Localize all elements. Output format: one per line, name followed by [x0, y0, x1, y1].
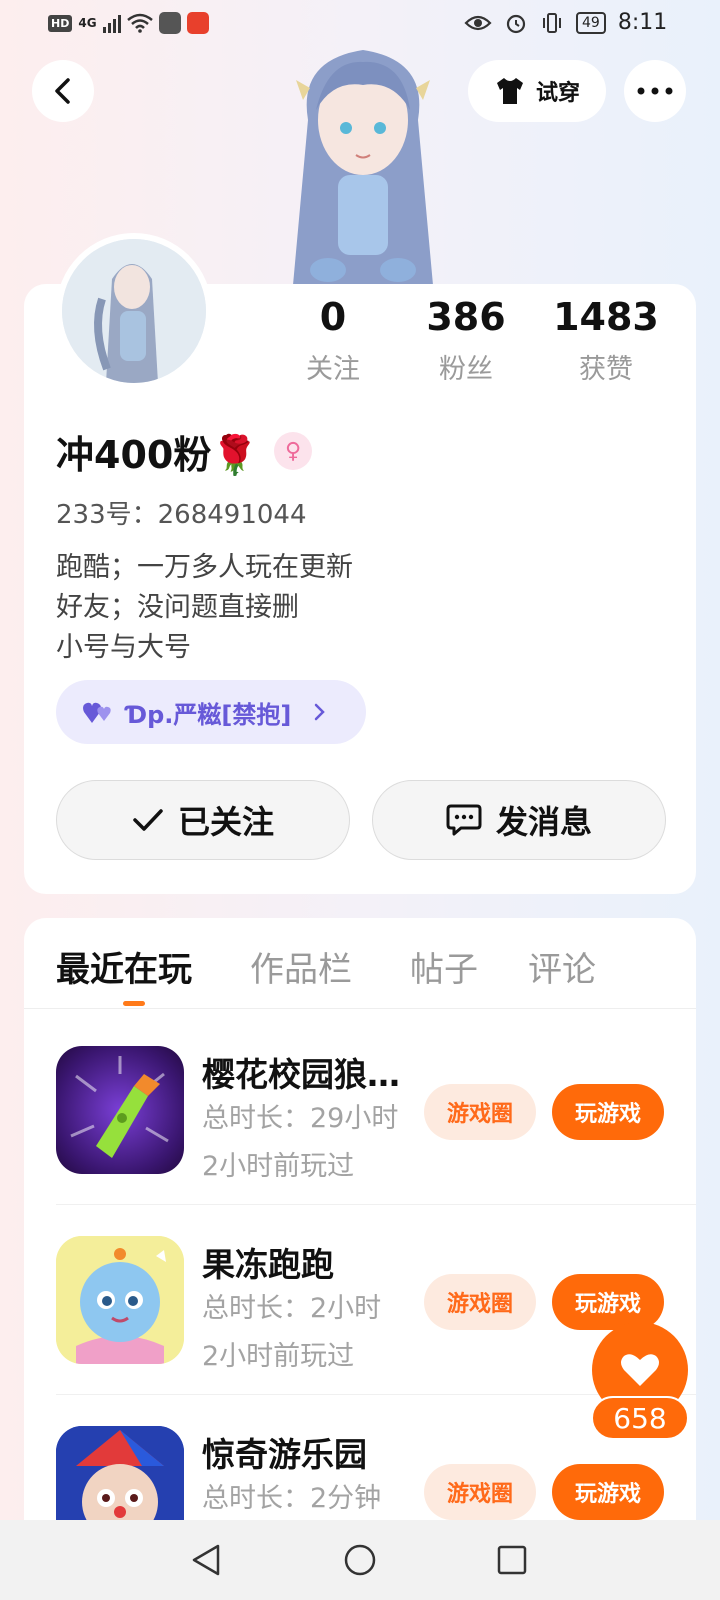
tab-posts[interactable]: 帖子	[410, 942, 478, 991]
back-button[interactable]	[32, 60, 94, 122]
eye-icon	[464, 15, 492, 30]
fans-count: 386	[426, 295, 506, 339]
avatar[interactable]	[56, 233, 212, 389]
tab-recent-play[interactable]: 最近在玩	[56, 942, 192, 991]
guild-name: Ɗp.严糍[禁抱]	[126, 700, 292, 729]
check-icon	[133, 809, 163, 831]
active-tab-indicator	[123, 1001, 145, 1006]
bio-line: 小号与大号	[56, 632, 191, 663]
game-last-played: 2小时前玩过	[202, 1341, 355, 1372]
alarm-icon	[506, 14, 526, 33]
signal-icon	[102, 13, 121, 33]
followed-button[interactable]: 已关注	[56, 780, 350, 860]
tshirt-icon	[496, 78, 523, 104]
nav-recents-button[interactable]	[492, 1540, 532, 1580]
battery-icon: 49	[576, 11, 606, 34]
hd-badge: HD	[48, 14, 73, 32]
vibrate-icon	[543, 12, 561, 33]
divider	[24, 1008, 696, 1009]
system-nav-bar	[0, 1520, 720, 1600]
triangle-back-icon	[192, 1544, 220, 1576]
square-recents-icon	[497, 1545, 527, 1575]
likes-count: 1483	[553, 295, 659, 339]
circle-home-icon	[344, 1544, 376, 1576]
game-title[interactable]: 樱花校园狼人杀	[202, 1048, 412, 1096]
divider	[56, 1204, 696, 1205]
play-game-button[interactable]: 玩游戏	[552, 1084, 664, 1140]
try-on-label: 试穿	[535, 81, 580, 106]
more-button[interactable]	[624, 60, 686, 122]
status-time: 8:11	[617, 10, 668, 35]
stat-likes[interactable]: 1483 获赞	[541, 295, 671, 386]
following-count: 0	[319, 295, 347, 339]
game-last-played: 2小时前玩过	[202, 1151, 355, 1182]
hearts-icon	[83, 702, 111, 723]
network-type: 4G	[78, 16, 97, 30]
following-label: 关注	[306, 354, 360, 385]
game-duration: 总时长：2小时	[202, 1293, 382, 1324]
nav-home-button[interactable]	[340, 1540, 380, 1580]
nav-back-button[interactable]	[186, 1540, 226, 1580]
tab-works[interactable]: 作品栏	[250, 942, 352, 991]
try-on-button[interactable]: 试穿	[468, 60, 606, 122]
stat-fans[interactable]: 386 粉丝	[401, 295, 531, 386]
game-circle-button[interactable]: 游戏圈	[424, 1274, 536, 1330]
send-message-label: 发消息	[495, 803, 592, 841]
fans-label: 粉丝	[439, 354, 493, 385]
play-game-button[interactable]: 玩游戏	[552, 1464, 664, 1520]
bio: 跑酷；一万多人玩在更新 好友；没问题直接删 小号与大号	[56, 548, 353, 668]
game-circle-button[interactable]: 游戏圈	[424, 1084, 536, 1140]
tab-comments[interactable]: 评论	[528, 942, 596, 991]
game-icon-jelly-run[interactable]	[56, 1236, 184, 1364]
guild-badge[interactable]: Ɗp.严糍[禁抱]	[56, 680, 366, 744]
avatar-character-illustration	[268, 40, 458, 285]
game-icon-sakura[interactable]	[56, 1046, 184, 1174]
likes-label: 获赞	[579, 354, 633, 385]
followed-label: 已关注	[177, 803, 274, 841]
heart-icon	[621, 1354, 659, 1386]
wifi-icon	[126, 13, 153, 33]
chat-bubble-icon	[446, 804, 482, 836]
game-circle-button[interactable]: 游戏圈	[424, 1464, 536, 1520]
game-title[interactable]: 果冻跑跑	[202, 1238, 412, 1286]
send-message-button[interactable]: 发消息	[372, 780, 666, 860]
bag-app-icon	[158, 12, 181, 34]
like-count: 658	[591, 1396, 689, 1440]
bio-line: 跑酷；一万多人玩在更新	[56, 552, 353, 583]
game-title[interactable]: 惊奇游乐园	[202, 1428, 412, 1476]
female-icon: ♀	[274, 432, 312, 470]
game-duration: 总时长：2分钟	[202, 1483, 382, 1514]
bio-line: 好友；没问题直接删	[56, 592, 299, 623]
game-duration: 总时长：29小时	[202, 1103, 399, 1134]
stat-following[interactable]: 0 关注	[268, 295, 398, 386]
back-arrow-icon	[55, 78, 70, 104]
nickname: 冲400粉🌹	[56, 433, 259, 477]
more-dots-icon	[637, 87, 673, 95]
user-id: 233号：268491044	[56, 500, 307, 530]
taobao-app-icon	[186, 12, 209, 34]
chevron-right-icon	[315, 703, 326, 721]
